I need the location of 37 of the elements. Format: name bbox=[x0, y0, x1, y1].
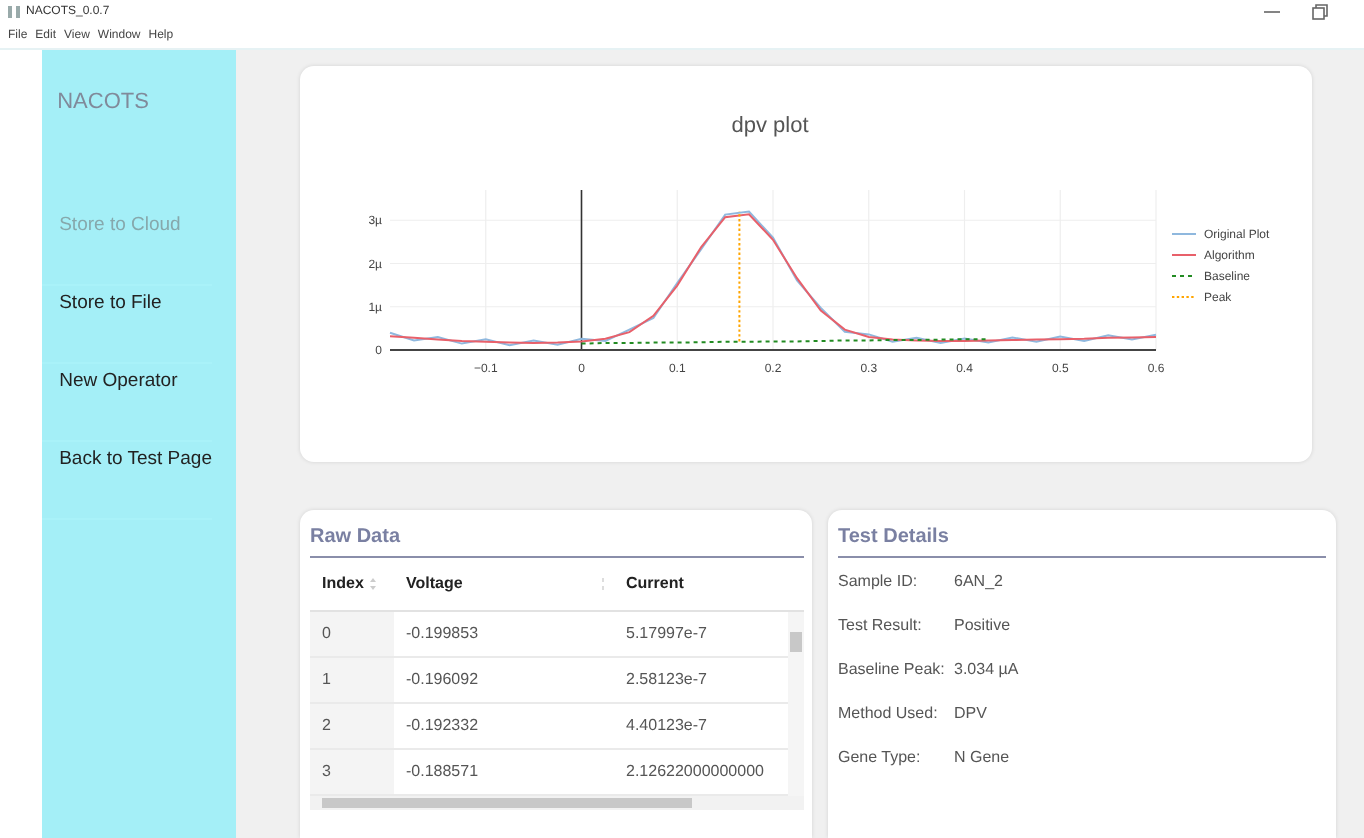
table-cell-text: -0.199853 bbox=[404, 622, 481, 646]
field-label: Sample ID: bbox=[838, 571, 920, 589]
table-cell: 0 bbox=[310, 612, 394, 656]
field-value: N Gene bbox=[954, 747, 1010, 765]
sort-icon[interactable] bbox=[369, 578, 376, 590]
field-label: Method Used: bbox=[838, 703, 940, 721]
app-icon bbox=[8, 6, 22, 18]
sidebar-item[interactable]: Back to Test Page bbox=[41, 442, 212, 520]
table-cell-text: 5.17997e-7 bbox=[624, 622, 709, 646]
sidebar-item[interactable]: New Operator bbox=[41, 364, 212, 442]
restore-icon[interactable] bbox=[1312, 4, 1328, 20]
table-cell-text: -0.188571 bbox=[404, 760, 481, 784]
card-title: Raw Data bbox=[310, 510, 804, 558]
table-cell-text: 2.12622000000000 bbox=[624, 760, 766, 784]
field-value: 3.034 µA bbox=[954, 659, 1019, 677]
table-cell: 1 bbox=[310, 658, 394, 702]
column-header[interactable]: Current bbox=[626, 574, 684, 594]
table-cell-text: -0.196092 bbox=[404, 668, 481, 692]
app-name: NACOTS bbox=[55, 90, 151, 114]
field-value: DPV bbox=[954, 703, 987, 721]
sidebar-item[interactable]: Store to File bbox=[41, 286, 212, 364]
table-cell-text: -0.192332 bbox=[404, 714, 481, 738]
field-label: Gene Type: bbox=[838, 747, 923, 765]
chart-title: dpv plot bbox=[731, 114, 809, 138]
column-header[interactable]: Index bbox=[322, 574, 364, 594]
field-value: 6AN_2 bbox=[954, 571, 1003, 589]
field-label: Test Result: bbox=[838, 615, 924, 633]
field-value: Positive bbox=[954, 615, 1011, 633]
table-cell-text: 2.58123e-7 bbox=[624, 668, 709, 692]
horizontal-scrollbar[interactable] bbox=[310, 796, 804, 810]
table-cell: 3 bbox=[310, 750, 394, 794]
card-title: Test Details bbox=[838, 510, 1326, 558]
column-header[interactable]: Voltage bbox=[406, 574, 463, 594]
table-cell-text: 4.40123e-7 bbox=[624, 714, 709, 738]
table-cell: 2 bbox=[310, 704, 394, 748]
vertical-scrollbar[interactable] bbox=[788, 612, 804, 796]
field-label: Baseline Peak: bbox=[838, 659, 947, 677]
